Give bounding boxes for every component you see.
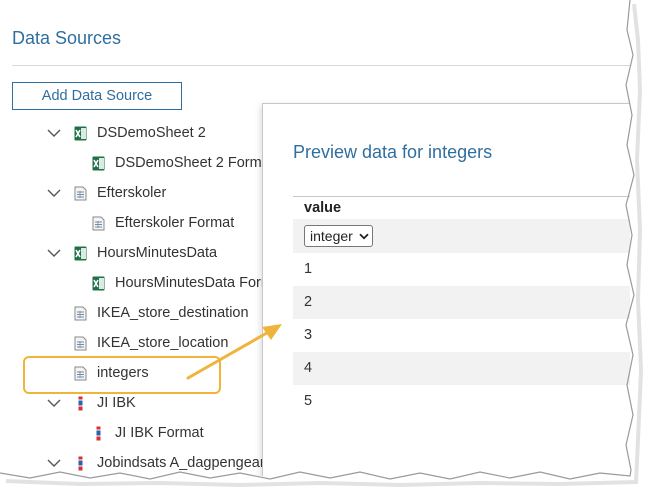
screenshot-paper: Data Sources Add Data Source DSDemoSheet… <box>0 0 648 494</box>
torn-edge-decoration <box>0 0 644 488</box>
